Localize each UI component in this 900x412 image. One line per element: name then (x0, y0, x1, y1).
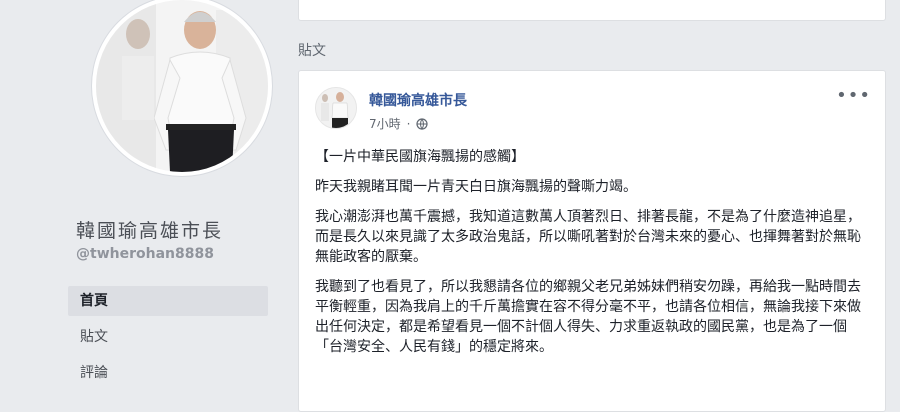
left-column: 韓國瑜高雄市長 @twherohan8888 首頁 貼文 評論 (0, 0, 282, 401)
profile-photo-image (96, 0, 268, 172)
globe-icon[interactable] (416, 117, 429, 130)
posts-section-title: 貼文 (298, 43, 326, 59)
post-body: 【一片中華民國旗海飄揚的感觸】 昨天我親睹耳聞一片青天白日旗海飄揚的聲嘶力竭。 … (315, 147, 863, 367)
post-meta: 7小時 · (369, 115, 429, 132)
page-nav: 首頁 貼文 評論 (68, 286, 268, 394)
nav-item-label: 首頁 (80, 293, 108, 309)
nav-item-label: 評論 (80, 365, 108, 381)
nav-item-posts[interactable]: 貼文 (68, 322, 268, 352)
avatar-image (316, 88, 356, 128)
post-paragraph: 我聽到了也看見了，所以我懇請各位的鄉親父老兄弟姊妹們稍安勿躁，再給我一點時間去平… (315, 279, 861, 355)
nav-item-label: 貼文 (80, 329, 108, 345)
post-timestamp[interactable]: 7小時 (369, 115, 401, 132)
nav-item-home[interactable]: 首頁 (68, 286, 268, 316)
post-avatar[interactable] (315, 87, 357, 129)
page-name: 韓國瑜高雄市長 (76, 220, 224, 242)
post-paragraph: 我心潮澎湃也萬千震撼，我知道這數萬人頂著烈日、排著長龍，不是為了什麼造神追星，而… (315, 209, 861, 265)
post-author-link[interactable]: 韓國瑜高雄市長 (369, 90, 467, 110)
post-card: 韓國瑜高雄市長 7小時 · ••• 【一片中華民國旗海飄揚的感觸】 昨天我親睹耳… (298, 70, 886, 412)
profile-photo[interactable] (96, 0, 268, 172)
post-paragraph: 昨天我親睹耳聞一片青天白日旗海飄揚的聲嘶力竭。 (315, 179, 637, 195)
nav-item-reviews[interactable]: 評論 (68, 358, 268, 388)
post-paragraph: 【一片中華民國旗海飄揚的感觸】 (315, 149, 525, 165)
more-icon[interactable]: ••• (836, 87, 871, 105)
page-handle: @twherohan8888 (76, 246, 214, 262)
previous-card (298, 0, 886, 21)
